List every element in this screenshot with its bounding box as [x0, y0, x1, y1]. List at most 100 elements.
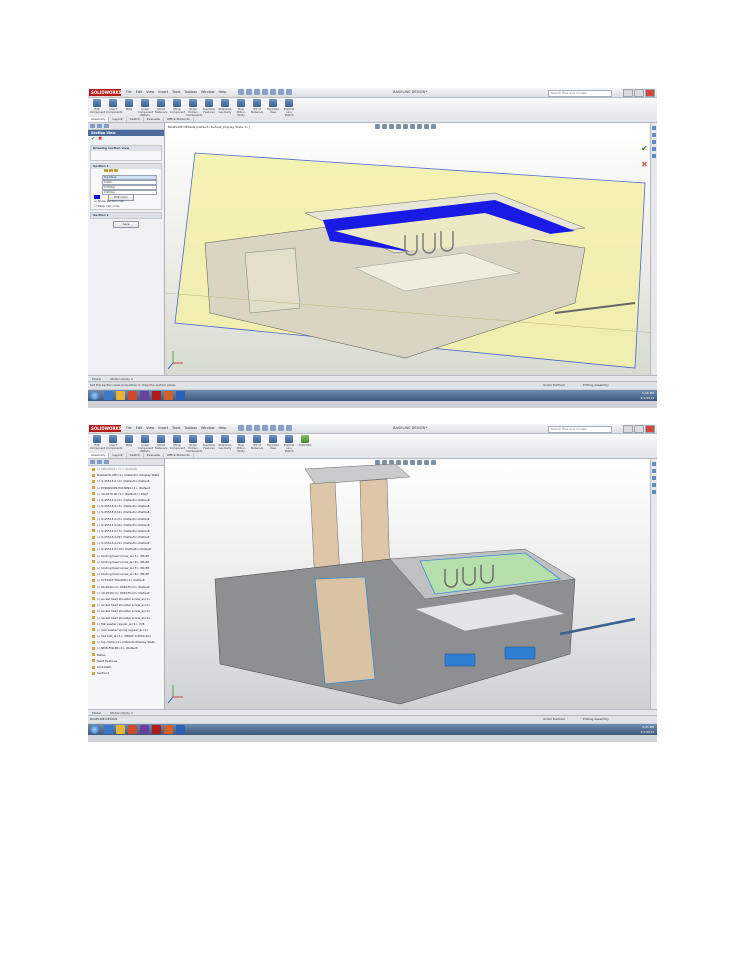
resources-icon[interactable] [652, 126, 656, 130]
resources-icon-2[interactable] [652, 462, 656, 466]
design-library-icon-2[interactable] [652, 469, 656, 473]
undo-icon-2[interactable] [270, 425, 276, 431]
top-plane-icon[interactable] [108, 169, 113, 172]
right-plane-icon[interactable] [113, 169, 118, 172]
ie-icon[interactable] [104, 391, 113, 400]
save-button[interactable]: Save [113, 221, 139, 228]
config-tab-icon-2[interactable] [104, 460, 109, 464]
open-icon[interactable] [246, 89, 252, 95]
file-explorer-icon-2[interactable] [652, 476, 656, 480]
tab-office-products-2[interactable]: Office Products [164, 453, 194, 458]
tool-bill-of-materials-2[interactable]: Bill of Materials [250, 435, 264, 452]
powerpoint-icon[interactable] [164, 391, 173, 400]
word-icon[interactable] [176, 391, 185, 400]
new-icon[interactable] [238, 89, 244, 95]
menu-insert-2[interactable]: Insert [158, 425, 168, 432]
tool-explode-line-2[interactable]: Explode Line Sketch [282, 435, 296, 453]
explorer-icon[interactable] [116, 391, 125, 400]
menu-edit[interactable]: Edit [136, 89, 143, 96]
ie-icon-2[interactable] [104, 725, 113, 734]
menu-window[interactable]: Window [201, 89, 214, 96]
player-icon-2[interactable] [140, 725, 149, 734]
solidworks-taskbar-icon[interactable] [152, 391, 161, 400]
property-tab-icon[interactable] [97, 124, 102, 128]
rebuild-icon-2[interactable] [278, 425, 284, 431]
minimize-icon[interactable] [623, 89, 633, 97]
tab-evaluate[interactable]: Evaluate [144, 117, 164, 122]
tool-instant3d-2[interactable]: Instant3D [298, 435, 312, 452]
view-palette-icon[interactable] [652, 147, 656, 151]
graphics-area-2[interactable] [165, 459, 657, 709]
tool-bill-of-materials[interactable]: Bill of Materials [250, 99, 264, 116]
tool-mate[interactable]: Mate [122, 99, 136, 116]
tool-linear-pattern-2[interactable]: Linear Component Pattern [138, 435, 153, 453]
new-icon-2[interactable] [238, 425, 244, 431]
property-tab-icon-2[interactable] [97, 460, 102, 464]
close-icon-2[interactable] [645, 425, 655, 433]
menu-edit-2[interactable]: Edit [136, 425, 143, 432]
tool-assembly-features-2[interactable]: Assembly Features [202, 435, 216, 452]
menu-file[interactable]: File [126, 89, 132, 96]
ok-check-icon[interactable]: ✔ [91, 137, 95, 142]
save-icon-2[interactable] [254, 425, 260, 431]
tab-sketch[interactable]: Sketch [127, 117, 144, 122]
tool-insert-components-2[interactable]: Insert Components [106, 435, 122, 452]
options-icon-2[interactable] [286, 425, 292, 431]
tool-smart-fasteners-2[interactable]: Smart Fasteners [154, 435, 168, 452]
media-icon[interactable] [128, 391, 137, 400]
tool-exploded-view[interactable]: Exploded View [266, 99, 280, 116]
tool-edit-component-2[interactable]: Edit Component [90, 435, 105, 452]
media-icon-2[interactable] [128, 725, 137, 734]
solidworks-taskbar-icon-2[interactable] [152, 725, 161, 734]
maximize-icon[interactable] [634, 89, 644, 97]
tool-reference-geometry-2[interactable]: Reference Geometry [218, 435, 232, 452]
tab-layout[interactable]: Layout [109, 117, 127, 122]
tool-new-motion-study-2[interactable]: New Motion Study [234, 435, 248, 453]
graphics-area[interactable]: BASELINE DESIGN (Default<Default_Display… [165, 123, 657, 375]
minimize-icon-2[interactable] [623, 425, 633, 433]
tool-reference-geometry[interactable]: Reference Geometry [218, 99, 232, 116]
front-plane-icon[interactable] [104, 169, 108, 172]
config-tab-icon[interactable] [104, 124, 109, 128]
appearances-icon[interactable] [652, 154, 656, 158]
tool-assembly-features[interactable]: Assembly Features [202, 99, 216, 116]
tab-layout-2[interactable]: Layout [109, 453, 127, 458]
tab-assembly-2[interactable]: Assembly [88, 453, 110, 458]
confirm-cancel-icon[interactable]: ✖ [641, 160, 648, 169]
tool-edit-component[interactable]: Edit Component [90, 99, 105, 116]
player-icon[interactable] [140, 391, 149, 400]
rebuild-icon[interactable] [278, 89, 284, 95]
tool-move-component-2[interactable]: Move Component [170, 435, 185, 452]
tool-exploded-view-2[interactable]: Exploded View [266, 435, 280, 452]
tab-office-products[interactable]: Office Products [164, 117, 194, 122]
feature-tree-tab-icon-2[interactable] [90, 460, 95, 464]
maximize-icon-2[interactable] [634, 425, 644, 433]
open-icon-2[interactable] [246, 425, 252, 431]
menu-file-2[interactable]: File [126, 425, 132, 432]
menu-tools-2[interactable]: Tools [172, 425, 180, 432]
menu-view-2[interactable]: View [146, 425, 154, 432]
section2-header[interactable]: Section 2 [91, 213, 161, 218]
tool-explode-line[interactable]: Explode Line Sketch [282, 99, 296, 117]
explorer-icon-2[interactable] [116, 725, 125, 734]
undo-icon[interactable] [270, 89, 276, 95]
tab-assembly[interactable]: Assembly [88, 117, 110, 122]
print-icon-2[interactable] [262, 425, 268, 431]
menu-insert[interactable]: Insert [158, 89, 168, 96]
tool-new-motion-study[interactable]: New Motion Study [234, 99, 248, 117]
tool-mate-2[interactable]: Mate [122, 435, 136, 452]
tree-item[interactable]: Section1 [88, 670, 164, 676]
appearances-icon-2[interactable] [652, 490, 656, 494]
menu-help-2[interactable]: Help [219, 425, 227, 432]
word-icon-2[interactable] [176, 725, 185, 734]
cancel-x-icon[interactable]: ✖ [98, 137, 102, 142]
close-icon[interactable] [645, 89, 655, 97]
menu-toolbox[interactable]: Toolbox [184, 89, 197, 96]
menu-window-2[interactable]: Window [201, 425, 214, 432]
menu-view[interactable]: View [146, 89, 154, 96]
menu-tools[interactable]: Tools [172, 89, 180, 96]
menu-toolbox-2[interactable]: Toolbox [184, 425, 197, 432]
tool-move-component[interactable]: Move Component [170, 99, 185, 116]
powerpoint-icon-2[interactable] [164, 725, 173, 734]
menu-help[interactable]: Help [219, 89, 227, 96]
